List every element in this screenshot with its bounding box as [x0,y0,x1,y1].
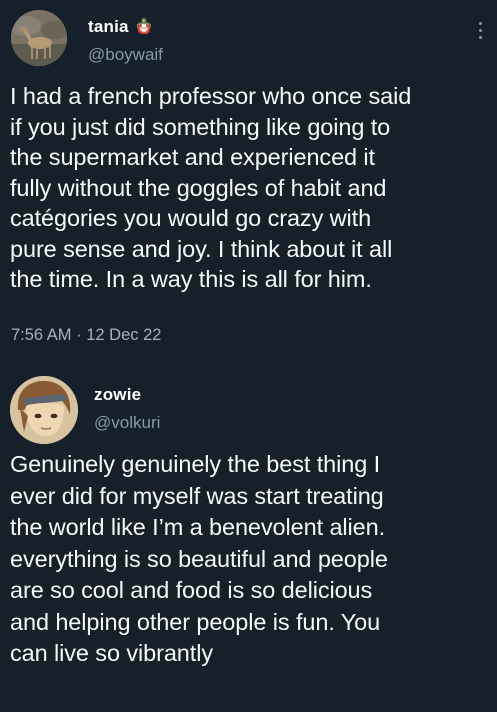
tweet-text-line: ever did for myself was start treating [10,482,384,509]
tweet-text-line: pure sense and joy. I think about it all [10,235,393,262]
tweet-text-line: the time. In a way this is all for him. [10,266,372,292]
tweet-text-line: fully without the goggles of habit and [10,174,387,201]
tweet-timestamp[interactable]: 7:56 AM · 12 Dec 22 [11,326,161,345]
tweet-text-tania: I had a french professor who once said i… [10,81,491,295]
tania-handle[interactable]: @boywaif [88,45,163,65]
tweet-text-line: Genuinely genuinely the best thing I [10,451,381,477]
deer-photo-avatar-icon [11,10,67,66]
tweet-text-line: and helping other people is fun. You [10,608,381,635]
tania-name-text: tania [88,17,129,36]
nesting-doll-emoji-icon: 🪆 [134,18,154,35]
anime-character-avatar-icon [10,376,78,444]
tweet-text-line: the world like I’m a benevolent alien. [10,514,386,540]
tweet-zowie: zowie @volkuri Genuinely genuinely the b… [0,360,497,712]
tweet-text-zowie: Genuinely genuinely the best thing I eve… [10,449,491,670]
zowie-handle[interactable]: @volkuri [94,413,160,433]
tweet-text-line: the supermarket and experienced it [10,144,375,170]
tweet-text-line: I had a french professor who once said [10,83,412,109]
tania-avatar[interactable] [11,10,67,66]
tweet-time: 7:56 AM [11,326,72,344]
tweet-tania: tania 🪆 @boywaif I had a french professor… [0,0,497,360]
meta-separator: · [76,326,82,344]
tweet-text-line: catégories you would go crazy with [10,205,372,231]
more-options-vertical-dots-icon[interactable] [479,22,483,42]
tweet-text-line: are so cool and food is so delicious [10,577,373,603]
zowie-display-name[interactable]: zowie [94,385,141,405]
tweet-text-line: can live so vibrantly [10,640,213,666]
tweet-text-line: if you just did something like going to [10,113,391,140]
tweet-text-line: everything is so beautiful and people [10,545,388,572]
tania-display-name[interactable]: tania 🪆 [88,17,154,37]
zowie-avatar[interactable] [10,376,78,444]
tweet-date: 12 Dec 22 [86,326,162,344]
